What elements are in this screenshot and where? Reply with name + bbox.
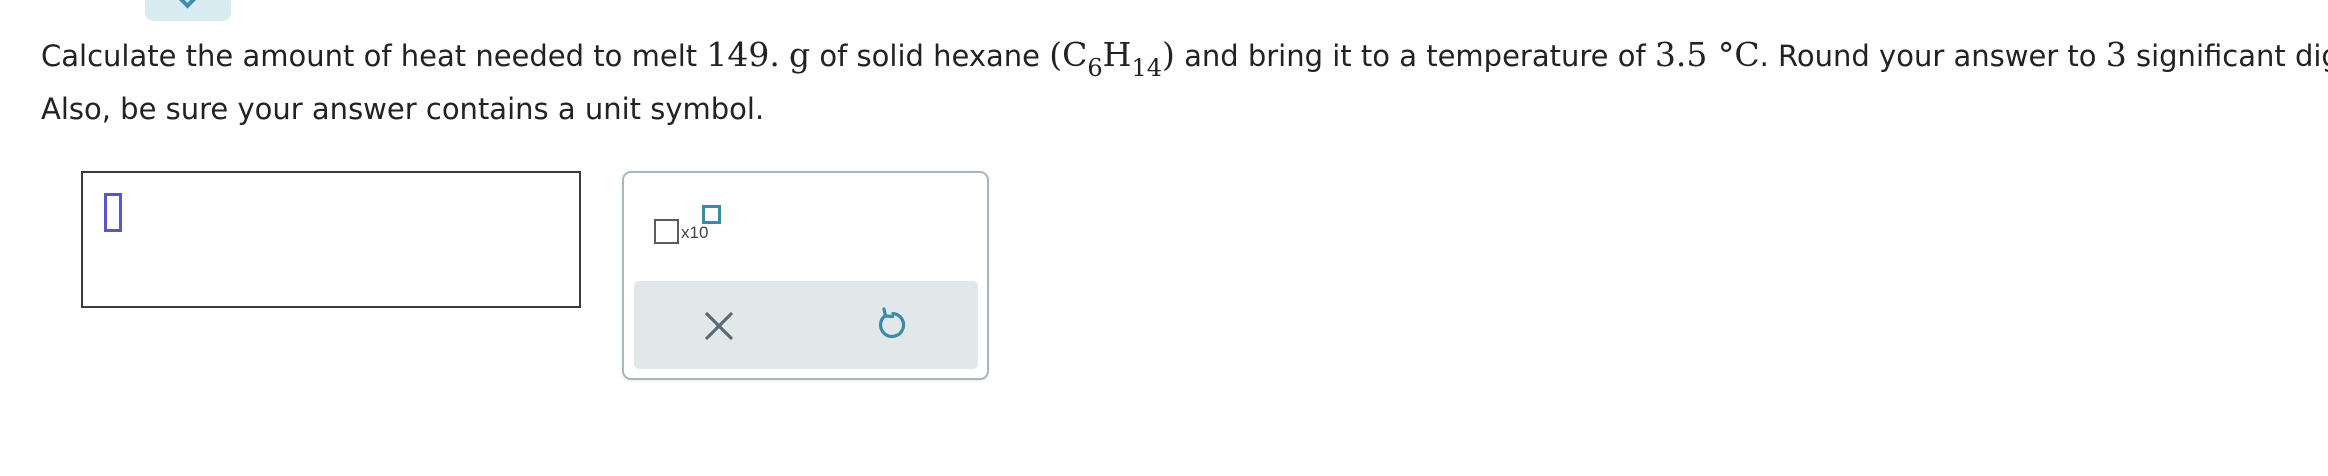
x10-label: x10 [681,223,709,242]
question-text: Calculate the amount of heat needed to m… [41,28,2328,136]
scientific-notation-button[interactable]: x10 [652,204,732,254]
question-text-4: . Round your answer to [1759,39,2106,73]
undo-icon [878,307,906,338]
question-line-2: Also, be sure your answer contains a uni… [41,92,765,126]
answer-cursor [104,193,122,232]
base-placeholder-icon [654,219,679,244]
question-text-2: of solid hexane [810,39,1050,73]
chemical-formula: (C6H14) [1049,35,1175,80]
formula-hydrogen: H [1102,35,1132,74]
question-line-1: Calculate the amount of heat needed to m… [41,28,2328,83]
formula-subscript-hydrogen: 14 [1131,54,1162,82]
mass-value: 149. [706,35,780,74]
close-icon [705,312,733,340]
palette-action-bar [634,281,978,369]
temperature-value: 3.5 °C [1654,35,1760,74]
formula-open: (C [1049,35,1088,74]
reset-button[interactable] [873,305,913,345]
question-text-5: significant digits. [2135,39,2328,73]
answer-input[interactable] [81,171,581,308]
mass-unit: g [789,35,811,74]
question-text-1: Calculate the amount of heat needed to m… [41,39,707,73]
sig-figs-value: 3 [2105,35,2127,74]
formula-close: ) [1161,35,1175,74]
exponent-placeholder-icon [702,205,721,224]
question-text-3: and bring it to a temperature of [1174,39,1655,73]
clear-button[interactable] [700,307,738,345]
formula-subscript-carbon: 6 [1087,54,1103,82]
